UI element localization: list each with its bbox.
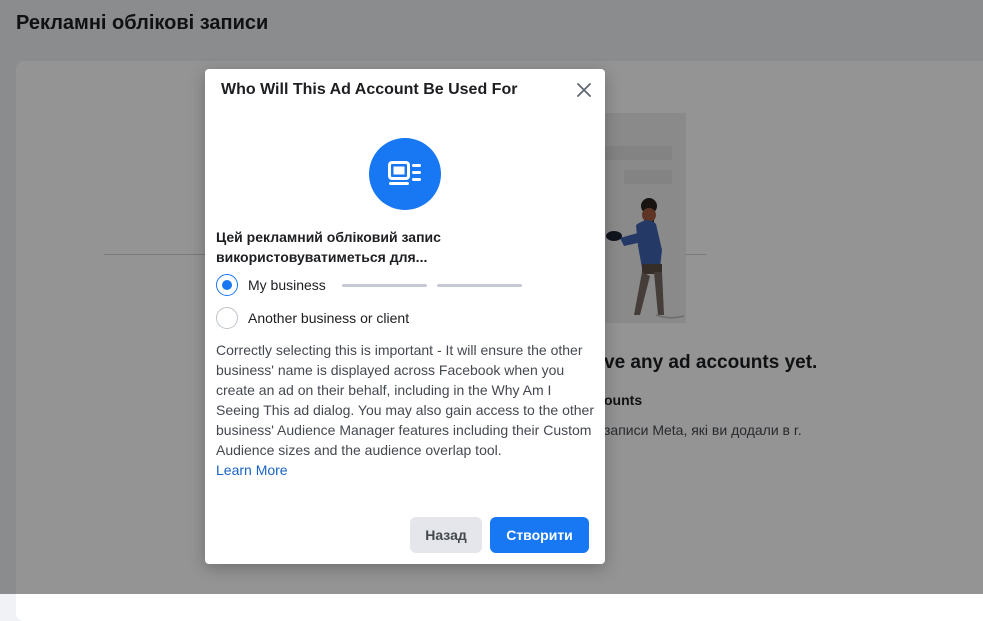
option-label: Another business or client [248,310,410,326]
ad-account-usage-dialog: Who Will This Ad Account Be Used For Цей… [205,69,605,564]
close-icon [577,83,591,97]
usage-question: Цей рекламний обліковий запис використов… [216,229,441,265]
ad-preview-icon [369,138,441,210]
loading-placeholder [341,283,522,287]
info-text: Correctly selecting this is important - … [216,340,594,480]
loading-bar [341,283,427,287]
radio-another-business[interactable] [216,307,238,329]
close-button[interactable] [573,79,595,101]
dialog-title: Who Will This Ad Account Be Used For [221,81,518,98]
option-label: My business [248,277,326,293]
loading-bar [436,283,522,287]
create-button[interactable]: Створити [490,517,589,553]
radio-my-business[interactable] [216,274,238,296]
learn-more-link[interactable]: Learn More [216,462,288,478]
back-button[interactable]: Назад [410,517,482,553]
option-another-business[interactable]: Another business or client [216,307,409,329]
info-body: Correctly selecting this is important - … [216,342,594,458]
option-my-business[interactable]: My business [216,274,522,296]
